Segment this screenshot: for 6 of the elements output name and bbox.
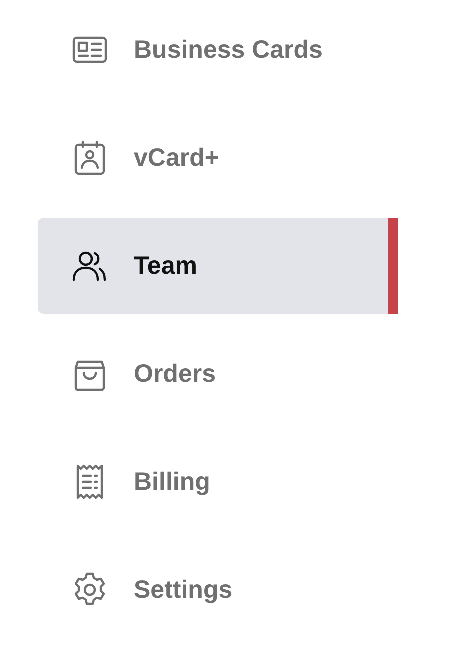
sidebar-item[interactable]: Business Cards	[38, 2, 398, 98]
sidebar-item[interactable]: vCard+	[38, 110, 398, 206]
sidebar-item[interactable]: Orders	[38, 326, 398, 422]
sidebar-item[interactable]: Team	[38, 218, 398, 314]
sidebar-item[interactable]: Settings	[38, 542, 398, 638]
sidebar-item[interactable]: Billing	[38, 434, 398, 530]
